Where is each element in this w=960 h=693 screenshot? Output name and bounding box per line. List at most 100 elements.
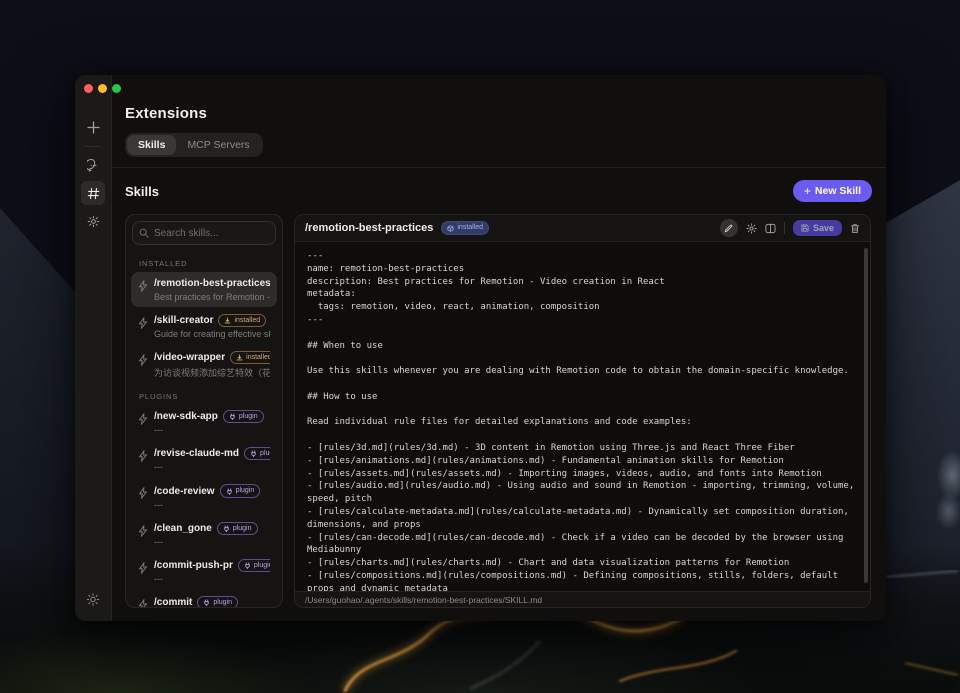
tab-skills[interactable]: Skills bbox=[127, 135, 176, 155]
wallpaper-snow bbox=[922, 448, 960, 538]
minimize-button[interactable] bbox=[98, 84, 107, 93]
editor-title: /remotion-best-practices bbox=[305, 222, 433, 234]
sidebar-item-extensions[interactable] bbox=[81, 181, 105, 205]
zap-icon bbox=[138, 524, 148, 547]
skill-description: --- bbox=[154, 500, 270, 510]
plugin-badge: plugin bbox=[223, 410, 264, 423]
new-chat-button[interactable] bbox=[81, 115, 105, 139]
zoom-button[interactable] bbox=[112, 84, 121, 93]
zap-icon bbox=[138, 279, 148, 302]
save-button[interactable]: Save bbox=[793, 220, 842, 236]
search-box bbox=[132, 221, 276, 245]
list-item-commit-push-pr[interactable]: /commit-push-pr plugin --- bbox=[131, 554, 277, 589]
list-item-new-sdk-app[interactable]: /new-sdk-app plugin --- bbox=[131, 405, 277, 440]
list-item-remotion-best-practices[interactable]: /remotion-best-practices installed Best … bbox=[131, 272, 277, 307]
delete-skill-button[interactable] bbox=[850, 223, 860, 234]
gear-icon bbox=[87, 215, 100, 228]
theme-toggle[interactable] bbox=[87, 593, 100, 611]
search-input[interactable] bbox=[132, 221, 276, 245]
editor-content[interactable]: --- name: remotion-best-practices descri… bbox=[295, 242, 870, 591]
trash-icon bbox=[850, 223, 860, 234]
skill-description: --- bbox=[154, 574, 270, 584]
plugin-badge: plugin bbox=[217, 522, 258, 535]
download-icon bbox=[224, 317, 231, 324]
toolbar-divider bbox=[784, 222, 785, 234]
plug-icon bbox=[250, 450, 257, 457]
skill-name: /video-wrapper bbox=[154, 352, 225, 363]
plug-icon bbox=[244, 562, 251, 569]
hash-icon bbox=[87, 187, 100, 200]
plugin-badge: plugin bbox=[197, 596, 238, 607]
split-view-button[interactable] bbox=[765, 223, 776, 234]
installed-badge: installed bbox=[441, 221, 489, 234]
pencil-icon bbox=[724, 224, 733, 233]
group-label-plugins: PLUGINS bbox=[139, 392, 269, 401]
tab-mcp-servers[interactable]: MCP Servers bbox=[176, 135, 260, 155]
plug-icon bbox=[226, 488, 233, 495]
list-item-revise-claude-md[interactable]: /revise-claude-md plugin --- bbox=[131, 442, 277, 477]
plus-icon: + bbox=[804, 184, 811, 198]
edit-button[interactable] bbox=[720, 219, 738, 237]
window-controls bbox=[84, 84, 121, 93]
extensions-tabs: Skills MCP Servers bbox=[125, 133, 263, 157]
plus-icon bbox=[87, 121, 100, 134]
skill-description: --- bbox=[154, 537, 270, 547]
plug-icon bbox=[223, 525, 230, 532]
plug-icon bbox=[229, 413, 236, 420]
skill-name: /skill-creator bbox=[154, 315, 213, 326]
gear-icon bbox=[746, 223, 757, 234]
zap-icon bbox=[138, 561, 148, 584]
nav-rail bbox=[75, 75, 112, 621]
plugin-badge: plugin bbox=[244, 447, 270, 460]
skills-section-header: Skills + New Skill bbox=[112, 168, 886, 202]
sidebar-item-chats[interactable] bbox=[81, 153, 105, 177]
skill-name: /code-review bbox=[154, 486, 215, 497]
skill-description: Best practices for Remotion - Video crea… bbox=[154, 292, 270, 302]
skills-list-panel: INSTALLED /remotion-best-practices insta… bbox=[125, 214, 283, 608]
app-window: Extensions Skills MCP Servers Skills + N… bbox=[75, 75, 886, 621]
split-view-icon bbox=[765, 223, 776, 234]
plugin-badge: plugin bbox=[238, 559, 270, 572]
list-item-skill-creator[interactable]: /skill-creator installed Guide for creat… bbox=[131, 309, 277, 344]
skill-description: Guide for creating effective skills. Thi… bbox=[154, 329, 270, 339]
skill-name: /new-sdk-app bbox=[154, 411, 218, 422]
list-item-video-wrapper[interactable]: /video-wrapper installed 为访谈视频添加综艺特效（花字，… bbox=[131, 346, 277, 384]
skill-description: --- bbox=[154, 462, 270, 472]
editor-status-bar: /Users/guohao/.agents/skills/remotion-be… bbox=[295, 591, 870, 607]
close-button[interactable] bbox=[84, 84, 93, 93]
page-title: Extensions bbox=[125, 105, 886, 122]
skill-description: --- bbox=[154, 425, 270, 435]
skill-name: /remotion-best-practices bbox=[154, 278, 270, 289]
main-area: Extensions Skills MCP Servers Skills + N… bbox=[112, 75, 886, 621]
file-path: /Users/guohao/.agents/skills/remotion-be… bbox=[305, 595, 542, 605]
download-icon bbox=[236, 354, 243, 361]
skill-markdown[interactable]: --- name: remotion-best-practices descri… bbox=[307, 250, 862, 591]
sun-icon bbox=[87, 593, 100, 606]
sidebar-item-settings[interactable] bbox=[81, 209, 105, 233]
installed-badge: installed bbox=[230, 351, 270, 364]
new-skill-button[interactable]: + New Skill bbox=[793, 180, 872, 202]
group-label-installed: INSTALLED bbox=[139, 259, 269, 268]
skill-settings-button[interactable] bbox=[746, 223, 757, 234]
extensions-header: Extensions Skills MCP Servers bbox=[112, 75, 886, 167]
new-skill-label: New Skill bbox=[815, 185, 861, 197]
scrollbar-thumb[interactable] bbox=[864, 248, 868, 583]
skill-description: 为访谈视频添加综艺特效（花字，卡片 bbox=[154, 366, 270, 379]
installed-badge: installed bbox=[218, 314, 266, 327]
save-icon bbox=[801, 224, 809, 232]
list-item-code-review[interactable]: /code-review plugin --- bbox=[131, 479, 277, 514]
skill-name: /commit bbox=[154, 597, 192, 607]
editor-toolbar: Save bbox=[720, 219, 860, 237]
plug-icon bbox=[203, 599, 210, 606]
skill-name: /revise-claude-md bbox=[154, 448, 239, 459]
list-item-clean-gone[interactable]: /clean_gone plugin --- bbox=[131, 517, 277, 552]
rail-divider bbox=[85, 146, 101, 147]
skill-detail-panel: /remotion-best-practices installed Save bbox=[294, 214, 871, 608]
editor-header: /remotion-best-practices installed Save bbox=[295, 215, 870, 242]
plugin-badge: plugin bbox=[220, 484, 261, 497]
skill-name: /clean_gone bbox=[154, 523, 212, 534]
list-item-commit[interactable]: /commit plugin --- bbox=[131, 591, 277, 607]
zap-icon bbox=[138, 412, 148, 435]
skills-content: INSTALLED /remotion-best-practices insta… bbox=[112, 202, 886, 621]
skill-name: /commit-push-pr bbox=[154, 560, 233, 571]
